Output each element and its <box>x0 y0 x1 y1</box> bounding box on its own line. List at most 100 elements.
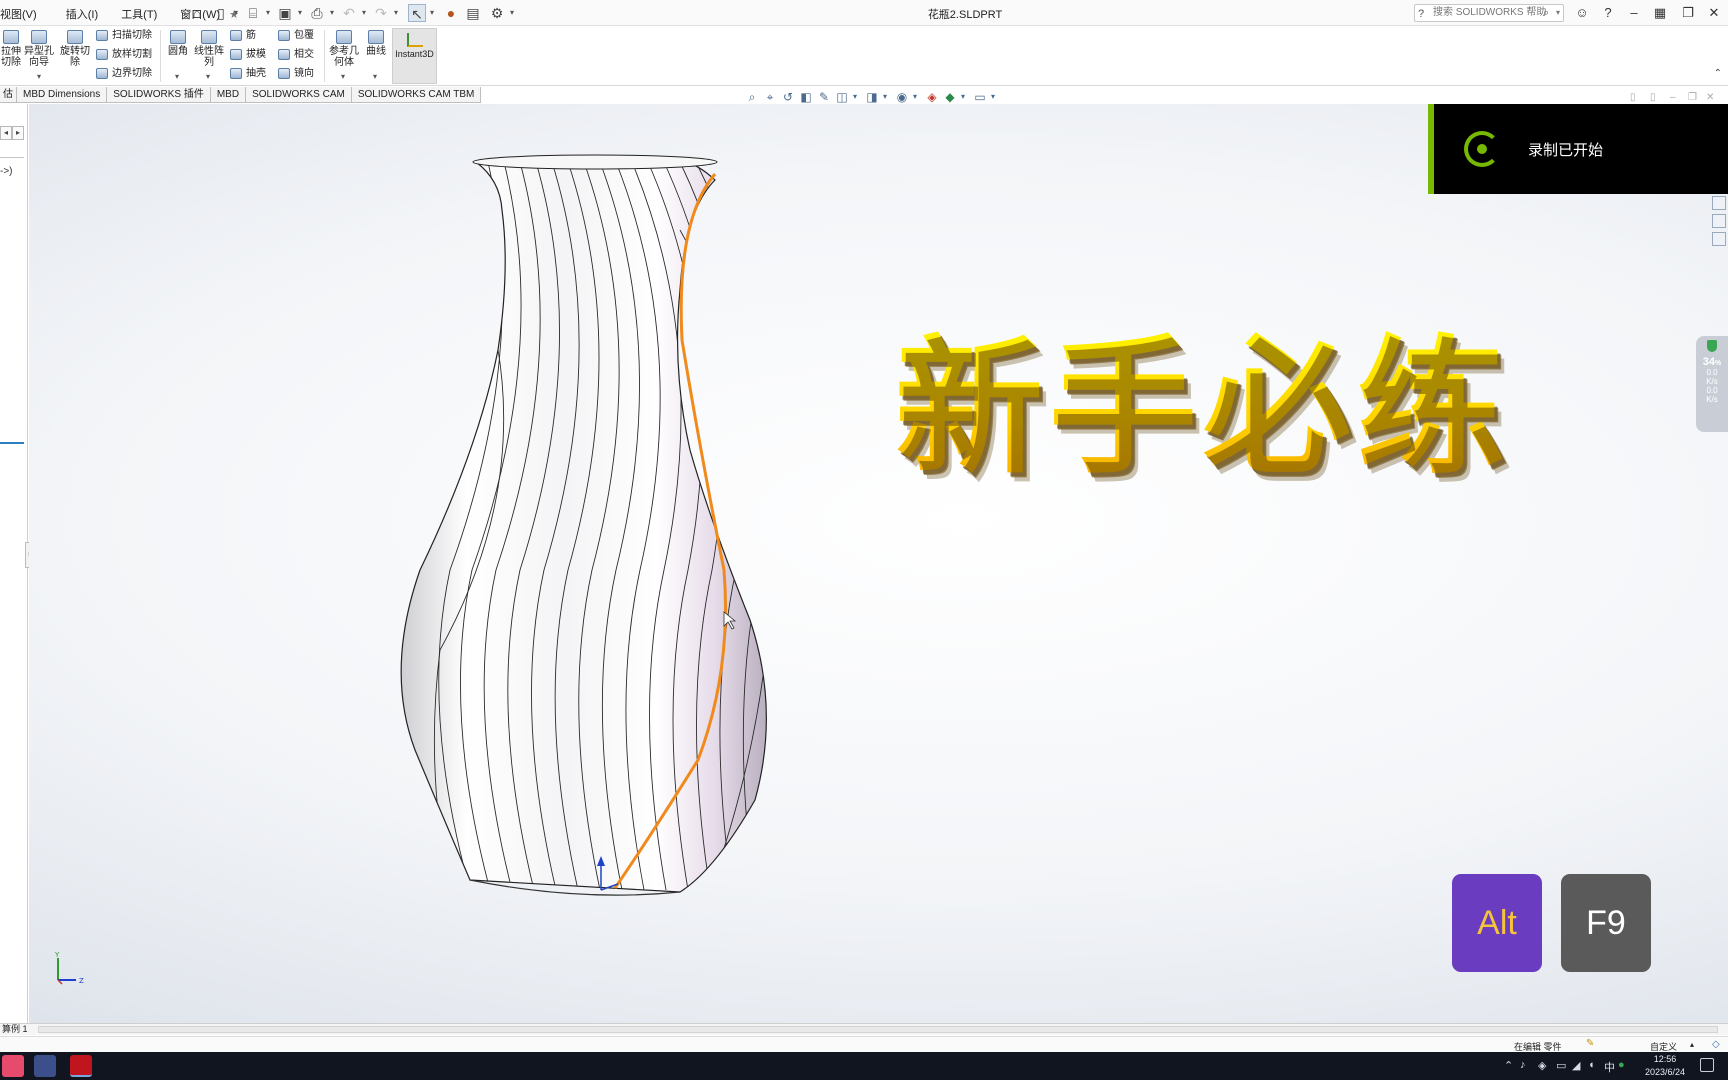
boundary-cut-button[interactable]: 边界切除 <box>96 66 152 82</box>
print-icon[interactable]: ⎙ <box>308 4 326 22</box>
tab-sketch[interactable]: 估 <box>0 87 17 103</box>
wrap-button[interactable]: 包覆 <box>278 28 314 44</box>
scene-caret-icon[interactable]: ▾ <box>959 90 967 104</box>
units-caret-icon[interactable]: ▴ <box>1690 1040 1694 1049</box>
view-settings-icon[interactable]: ▭ <box>973 90 987 104</box>
user-account-icon[interactable]: ☺ <box>1572 3 1592 23</box>
select-arrow-icon[interactable]: ↖ <box>408 4 426 22</box>
tab-mbd-dimensions[interactable]: MBD Dimensions <box>17 87 108 103</box>
help-search-input[interactable]: ? 搜索 SOLIDWORKS 帮助 ⌕ ▾ <box>1414 4 1564 22</box>
panel-prev-icon[interactable]: ◂ <box>0 126 12 140</box>
edit-appearance-icon[interactable]: ◈ <box>925 90 939 104</box>
rebuild-status-icon[interactable]: ✎ <box>1586 1038 1598 1050</box>
instant3d-button[interactable]: Instant3D <box>392 28 437 84</box>
tray-volume-icon[interactable]: ◖ <box>1588 1059 1595 1071</box>
zoom-to-fit-icon[interactable]: ⌕ <box>745 90 759 104</box>
fillet-dropdown-caret-icon[interactable]: ▾ <box>175 72 179 81</box>
taskbar-clock[interactable]: 12:56 2023/6/24 <box>1630 1053 1700 1079</box>
taskbar-app-solidworks-icon[interactable] <box>70 1055 92 1077</box>
redo-icon[interactable]: ↷ <box>372 4 390 22</box>
ref-geom-dropdown-caret-icon[interactable]: ▾ <box>341 72 345 81</box>
menu-insert[interactable]: 插入(I) <box>66 9 98 21</box>
task-pane-design-library-icon[interactable] <box>1712 214 1726 228</box>
lofted-cut-button[interactable]: 放样切割 <box>96 47 152 63</box>
reference-geometry-button[interactable]: 参考几何体 <box>328 30 360 68</box>
redo-dropdown-caret-icon[interactable]: ▾ <box>394 8 400 17</box>
vase-3d-model[interactable] <box>380 150 840 910</box>
collapse-ribbon-icon[interactable]: ⌃ <box>1714 68 1722 79</box>
search-icon[interactable]: ⌕ <box>1543 5 1549 21</box>
home-icon[interactable]: ⌂ <box>188 4 206 22</box>
save-icon[interactable]: ▣ <box>276 4 294 22</box>
task-pane-appearances-icon[interactable] <box>1712 232 1726 246</box>
help-icon[interactable]: ? <box>1598 3 1618 23</box>
rebuild-traffic-light-icon[interactable]: ● <box>442 4 460 22</box>
apply-scene-icon[interactable]: ◆ <box>943 90 957 104</box>
menu-view[interactable]: 视图(V) <box>0 9 37 21</box>
display-style-icon[interactable]: ◨ <box>865 90 879 104</box>
view-orientation-icon[interactable]: ◫ <box>835 90 849 104</box>
save-dropdown-caret-icon[interactable]: ▾ <box>298 8 304 17</box>
new-dropdown-caret-icon[interactable]: ▾ <box>234 8 240 17</box>
options-gear-icon[interactable]: ⚙ <box>488 4 506 22</box>
fillet-button[interactable]: 圆角 <box>166 30 190 57</box>
linear-pattern-button[interactable]: 线性阵列 <box>194 30 224 68</box>
revolve-cut-button[interactable]: 旋转切除 <box>60 30 90 68</box>
undo-icon[interactable]: ↶ <box>340 4 358 22</box>
tags-icon[interactable]: ◇ <box>1712 1039 1720 1050</box>
tray-security-icon[interactable]: ◈ <box>1538 1059 1546 1072</box>
feature-filter-row[interactable] <box>0 144 24 158</box>
viewport-split-icon[interactable]: ▯ <box>1630 92 1636 103</box>
search-dropdown-caret-icon[interactable]: ▾ <box>1556 5 1560 21</box>
hole-dropdown-caret-icon[interactable]: ▾ <box>37 72 41 81</box>
print-dropdown-caret-icon[interactable]: ▾ <box>330 8 336 17</box>
select-dropdown-caret-icon[interactable]: ▾ <box>430 8 436 17</box>
tab-solidworks-cam-tbm[interactable]: SOLIDWORKS CAM TBM <box>351 87 482 103</box>
viewport-link-icon[interactable]: ▯ <box>1650 92 1656 103</box>
tray-network-icon[interactable]: ◢ <box>1572 1059 1580 1072</box>
taskbar-app-bilibili-icon[interactable] <box>2 1055 24 1077</box>
view-orientation-caret-icon[interactable]: ▾ <box>851 90 859 104</box>
swept-cut-button[interactable]: 扫描切除 <box>96 28 152 44</box>
menu-tools[interactable]: 工具(T) <box>121 9 157 21</box>
notification-center-icon[interactable] <box>1700 1058 1714 1072</box>
extrude-cut-button[interactable]: 拉伸切除 <box>0 30 22 68</box>
taskbar-app-recorder-icon[interactable] <box>34 1055 56 1077</box>
viewport-minimize-icon[interactable]: – <box>1670 92 1676 103</box>
tab-solidworks-addins[interactable]: SOLIDWORKS 插件 <box>107 87 211 103</box>
rib-button[interactable]: 筋 <box>230 28 256 44</box>
dynamic-annotation-icon[interactable]: ✎ <box>817 90 831 104</box>
intersect-button[interactable]: 相交 <box>278 47 314 63</box>
mirror-button[interactable]: 镜向 <box>278 66 314 82</box>
performance-monitor-widget[interactable]: 34% 0.0 K/s 0.0 K/s <box>1696 336 1728 432</box>
panel-layout-icon[interactable]: ▦ <box>1650 3 1670 23</box>
zoom-to-area-icon[interactable]: ⌖ <box>763 90 777 104</box>
tab-mbd[interactable]: MBD <box>210 87 247 103</box>
open-file-icon[interactable]: ⌸ <box>244 4 262 22</box>
restore-window-icon[interactable]: ❐ <box>1678 3 1698 23</box>
minimize-icon[interactable]: – <box>1624 3 1644 23</box>
tray-ime-indicator[interactable]: 中 <box>1604 1059 1615 1075</box>
open-dropdown-caret-icon[interactable]: ▾ <box>266 8 272 17</box>
hide-show-items-icon[interactable]: ◉ <box>895 90 909 104</box>
task-pane-resources-icon[interactable] <box>1712 196 1726 210</box>
curves-button[interactable]: 曲线 <box>364 30 388 57</box>
close-window-icon[interactable]: ✕ <box>1704 3 1724 23</box>
tab-solidworks-cam[interactable]: SOLIDWORKS CAM <box>246 87 352 103</box>
section-view-icon[interactable]: ◧ <box>799 90 813 104</box>
hole-wizard-button[interactable]: 异型孔向导 <box>24 30 54 68</box>
viewport-restore-icon[interactable]: ❐ <box>1688 92 1697 103</box>
undo-dropdown-caret-icon[interactable]: ▾ <box>362 8 368 17</box>
new-file-icon[interactable]: ▯ <box>212 4 230 22</box>
tray-display-icon[interactable]: ▭ <box>1556 1059 1566 1072</box>
tab-study-1[interactable]: 算例 1 <box>2 1024 28 1034</box>
shell-button[interactable]: 抽壳 <box>230 66 266 82</box>
horizontal-scrollbar[interactable] <box>38 1026 1718 1033</box>
draft-button[interactable]: 拔模 <box>230 47 266 63</box>
file-properties-icon[interactable]: ▤ <box>464 4 482 22</box>
tray-microphone-icon[interactable]: ♪ <box>1520 1059 1526 1071</box>
tray-app-icon[interactable]: ● <box>1618 1059 1625 1071</box>
hide-show-caret-icon[interactable]: ▾ <box>911 90 919 104</box>
panel-next-icon[interactable]: ▸ <box>12 126 24 140</box>
tray-overflow-icon[interactable]: ⌃ <box>1504 1059 1513 1072</box>
